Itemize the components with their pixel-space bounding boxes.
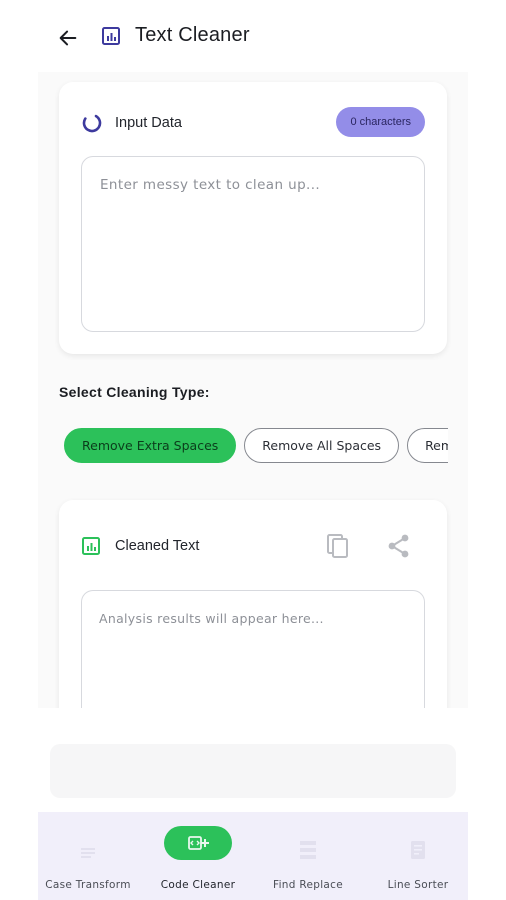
loading-ring-icon — [82, 113, 102, 133]
cleaning-type-label: Select Cleaning Type: — [59, 384, 210, 400]
input-card: Input Data 0 characters Enter messy text… — [59, 82, 447, 354]
app-header: Text Cleaner — [0, 0, 506, 72]
page-title: Text Cleaner — [135, 24, 250, 46]
cleaning-type-options[interactable]: Remove Extra Spaces Remove All Spaces Rem — [64, 428, 448, 464]
code-plus-icon — [188, 836, 209, 850]
nav-label-code-cleaner: Code Cleaner — [160, 879, 236, 891]
active-nav-indicator — [164, 826, 232, 860]
back-button[interactable] — [54, 24, 82, 52]
nav-label-line-sorter: Line Sorter — [387, 879, 449, 891]
text-lines-icon — [81, 848, 95, 858]
nav-label-find-replace: Find Replace — [273, 879, 343, 891]
ad-banner-placeholder — [50, 744, 456, 798]
main-content[interactable]: Input Data 0 characters Enter messy text… — [38, 72, 468, 708]
share-button[interactable] — [386, 532, 412, 560]
nav-find-replace[interactable]: Find Replace — [258, 824, 358, 894]
character-count-badge: 0 characters — [336, 107, 425, 137]
copy-button[interactable] — [325, 532, 351, 560]
share-icon — [388, 534, 409, 558]
nav-label-case-transform: Case Transform — [45, 879, 131, 891]
input-card-title: Input Data — [115, 115, 182, 131]
input-text-area[interactable]: Enter messy text to clean up... — [81, 156, 425, 332]
nav-case-transform[interactable]: Case Transform — [38, 824, 138, 894]
chip-remove-extra-spaces[interactable]: Remove Extra Spaces — [64, 428, 237, 463]
copy-icon — [327, 534, 348, 558]
list-icon — [300, 841, 316, 859]
chart-document-icon — [102, 27, 120, 45]
arrow-left-icon — [59, 30, 77, 46]
output-card: Cleaned Text Analysis results will appea… — [59, 500, 447, 708]
chip-remove-more[interactable]: Rem — [407, 428, 448, 463]
output-card-title: Cleaned Text — [115, 538, 200, 554]
sort-lines-icon — [411, 841, 425, 859]
nav-code-cleaner[interactable]: Code Cleaner — [148, 824, 248, 894]
chip-remove-all-spaces[interactable]: Remove All Spaces — [244, 428, 400, 463]
nav-line-sorter[interactable]: Line Sorter — [368, 824, 468, 894]
chart-document-icon — [82, 537, 100, 555]
cleaned-text-output[interactable]: Analysis results will appear here... — [81, 590, 425, 708]
bottom-navigation: Case Transform Code Cleaner Find Replace… — [38, 812, 468, 900]
